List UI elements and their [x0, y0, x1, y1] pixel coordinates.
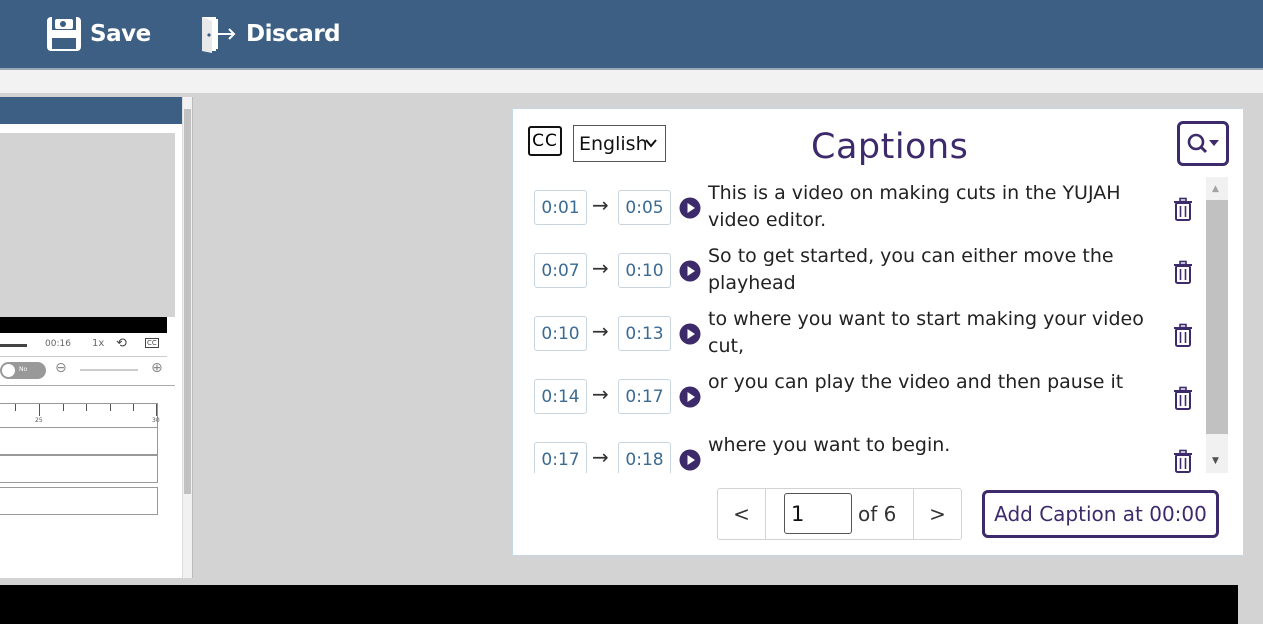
timeline-ruler: 25 30 [0, 403, 160, 428]
time-range-arrow: → [592, 382, 609, 406]
language-value: English [579, 132, 648, 155]
caption-pagination: < of 6 > [717, 488, 962, 540]
caption-row: 0:14 → 0:17 or you can play the video and t… [513, 366, 1203, 429]
caption-text[interactable]: This is a video on making cuts in the YU… [708, 180, 1163, 234]
save-button[interactable]: Save [46, 12, 151, 56]
time-range-arrow: → [592, 445, 609, 469]
caption-row: 0:07 → 0:10 So to get started, you can eith… [513, 240, 1203, 303]
play-icon[interactable] [679, 323, 701, 345]
snap-toggle[interactable]: No [0, 362, 46, 379]
timeline-track[interactable] [0, 455, 158, 483]
video-frame[interactable] [0, 133, 175, 317]
time-range-arrow: → [592, 193, 609, 217]
closed-captions-icon: CC [528, 126, 562, 156]
time-range-arrow: → [592, 319, 609, 343]
trash-icon[interactable] [1173, 260, 1193, 284]
page-total: of 6 [858, 502, 897, 526]
floppy-disk-icon [47, 17, 81, 51]
preview-header [0, 97, 182, 124]
zoom-slider[interactable] [80, 369, 138, 371]
scroll-down-icon[interactable]: ▼ [1212, 456, 1219, 466]
caption-list-scrollbar[interactable]: ▲ ▼ [1206, 177, 1228, 473]
caption-end-time[interactable]: 0:05 [618, 190, 671, 225]
caption-start-time[interactable]: 0:01 [534, 190, 587, 225]
video-preview-panel: 00:16 1x ⟲ CC No ⊖ ⊕ 25 30 [0, 97, 193, 578]
timeline-track[interactable] [0, 487, 158, 515]
play-icon[interactable] [679, 197, 701, 219]
caption-start-time[interactable]: 0:14 [534, 379, 587, 414]
timeline-track[interactable] [0, 427, 158, 455]
ruler-label-25: 25 [35, 417, 43, 424]
caption-text[interactable]: or you can play the video and then pause… [708, 369, 1163, 396]
timeline-zoom-bar: No ⊖ ⊕ [0, 359, 175, 386]
caption-end-time[interactable]: 0:18 [618, 442, 671, 473]
caption-text[interactable]: where you want to begin. [708, 432, 1163, 459]
discard-label: Discard [246, 21, 341, 47]
add-caption-button[interactable]: Add Caption at 00:00 [982, 490, 1219, 538]
caption-row: 0:01 → 0:05 This is a video on making cuts … [513, 177, 1203, 240]
bottom-video-band [0, 585, 1238, 624]
trash-icon[interactable] [1173, 323, 1193, 347]
caption-row: 0:17 → 0:18 where you want to begin. [513, 429, 1203, 473]
caption-start-time[interactable]: 0:17 [534, 442, 587, 473]
video-bottom-band [0, 317, 167, 333]
toggle-knob [2, 364, 15, 377]
play-icon[interactable] [679, 260, 701, 282]
language-select[interactable]: English [573, 125, 666, 162]
preview-scrollbar[interactable] [182, 97, 192, 578]
caption-start-time[interactable]: 0:10 [534, 316, 587, 351]
caption-text[interactable]: So to get started, you can either move t… [708, 243, 1163, 297]
play-icon[interactable] [679, 386, 701, 408]
rewind-icon[interactable]: ⟲ [116, 336, 127, 351]
search-dropdown-button[interactable] [1177, 121, 1229, 166]
chevron-down-icon [645, 139, 657, 148]
top-toolbar: Save Discard [0, 0, 1263, 70]
time-range-arrow: → [592, 256, 609, 280]
scrollbar-thumb[interactable] [184, 109, 191, 494]
trash-icon[interactable] [1173, 386, 1193, 410]
closed-captions-button[interactable]: CC [145, 338, 159, 348]
play-icon[interactable] [679, 449, 701, 471]
caption-end-time[interactable]: 0:17 [618, 379, 671, 414]
scrollbar-thumb[interactable] [1206, 200, 1228, 434]
player-controls: 00:16 1x ⟲ CC [0, 334, 167, 357]
ruler-label-30: 30 [152, 417, 160, 424]
caption-row: 0:10 → 0:13 to where you want to start maki… [513, 303, 1203, 366]
next-page-button[interactable]: > [913, 489, 961, 539]
sub-toolbar-strip [0, 70, 1263, 93]
zoom-in-icon[interactable]: ⊕ [151, 360, 163, 376]
caption-text[interactable]: to where you want to start making your v… [708, 306, 1163, 360]
captions-title: Captions [811, 127, 969, 167]
previous-page-button[interactable]: < [718, 489, 766, 539]
save-label: Save [90, 21, 151, 47]
playback-speed-button[interactable]: 1x [92, 338, 104, 349]
page-number-input[interactable] [784, 493, 852, 534]
discard-button[interactable]: Discard [200, 12, 341, 56]
toggle-label: No [19, 366, 28, 373]
door-exit-icon [202, 17, 236, 53]
zoom-out-icon[interactable]: ⊖ [55, 360, 67, 376]
scroll-up-icon[interactable]: ▲ [1212, 184, 1219, 194]
current-time: 00:16 [45, 339, 71, 349]
caption-list: 0:01 → 0:05 This is a video on making cuts … [513, 177, 1203, 473]
progress-bar[interactable] [0, 344, 27, 347]
search-icon [1187, 133, 1219, 153]
trash-icon[interactable] [1173, 197, 1193, 221]
trash-icon[interactable] [1173, 449, 1193, 473]
caption-start-time[interactable]: 0:07 [534, 253, 587, 288]
caption-end-time[interactable]: 0:13 [618, 316, 671, 351]
caption-end-time[interactable]: 0:10 [618, 253, 671, 288]
captions-panel: CC English Captions 0:01 → 0:05 This is a v… [512, 108, 1244, 556]
